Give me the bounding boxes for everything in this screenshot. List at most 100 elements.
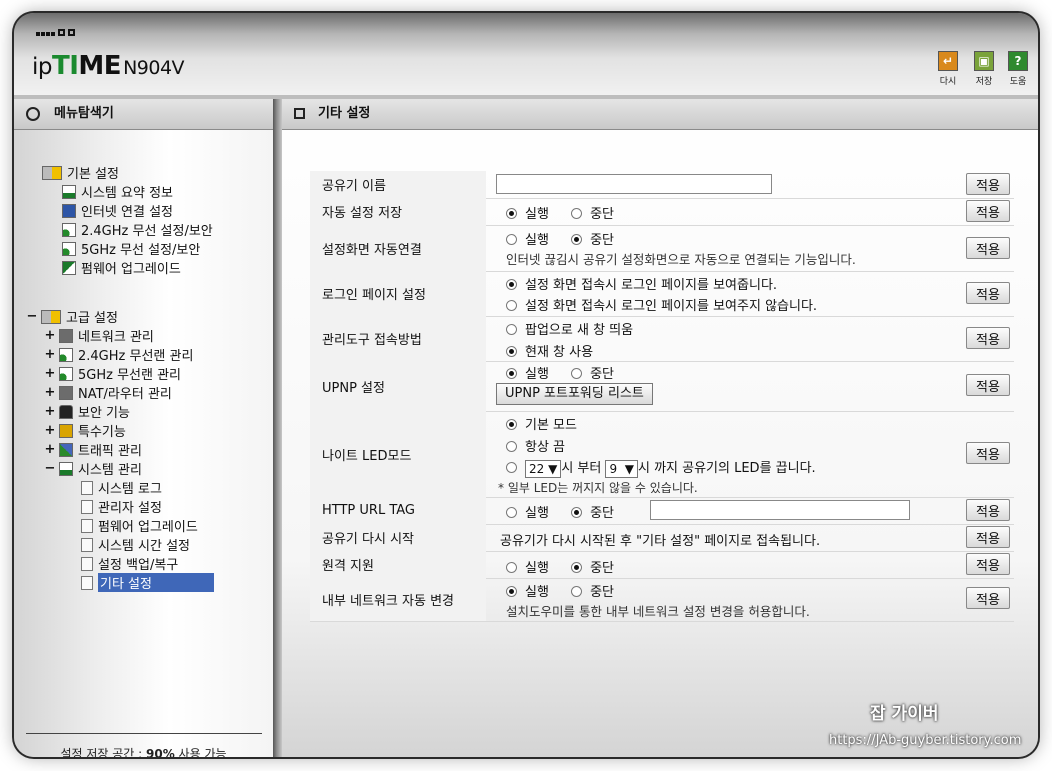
tree-item-syslog[interactable]: 시스템 로그 (81, 478, 162, 497)
radio-icon[interactable] (506, 562, 517, 573)
radio-icon[interactable] (506, 462, 517, 473)
radio-icon[interactable] (506, 368, 517, 379)
radio-icon[interactable] (506, 346, 517, 357)
radio-run[interactable]: 실행 (506, 502, 549, 521)
tree-item-firmware2[interactable]: 펌웨어 업그레이드 (81, 516, 198, 535)
expand-icon[interactable]: + (44, 423, 56, 438)
radio-icon[interactable] (506, 208, 517, 219)
expand-icon[interactable]: + (44, 442, 56, 457)
apply-button[interactable]: 적용 (966, 526, 1010, 548)
radio-stop[interactable]: 중단 (571, 363, 614, 382)
collapse-icon[interactable]: − (26, 309, 38, 324)
tree-item-nat[interactable]: + NAT/라우터 관리 (44, 383, 172, 402)
help-icon[interactable]: ? (1008, 51, 1028, 71)
tree-item-system[interactable]: − 시스템 관리 (44, 459, 142, 478)
tree-basic-label: 기본 설정 (67, 167, 119, 182)
radio-icon[interactable] (571, 586, 583, 597)
tree-item-wlan5[interactable]: +5GHz 무선랜 관리 (44, 364, 181, 383)
tree-item-internet[interactable]: 인터넷 연결 설정 (62, 201, 173, 220)
radio-current-window[interactable]: 현재 창 사용 (506, 341, 593, 360)
expand-icon[interactable]: + (44, 347, 56, 362)
led-to-select[interactable]: 9 ▼ (605, 459, 638, 478)
radio-led-always-off[interactable]: 항상 끔 (506, 436, 565, 455)
apply-button[interactable]: 적용 (966, 442, 1010, 464)
radio-stop[interactable]: 중단 (571, 502, 614, 521)
radio-icon[interactable] (506, 441, 517, 452)
radio-stop[interactable]: 중단 (571, 203, 614, 222)
tree-advanced-settings[interactable]: − 고급 설정 (26, 307, 118, 326)
tree-item-time[interactable]: 시스템 시간 설정 (81, 535, 190, 554)
expand-icon[interactable]: + (44, 328, 56, 343)
page-icon (81, 480, 93, 495)
expand-icon[interactable]: + (44, 366, 56, 381)
apply-button[interactable]: 적용 (966, 553, 1010, 575)
radio-login-show[interactable]: 설정 화면 접속시 로그인 페이지를 보여줍니다. (506, 274, 777, 293)
tree-item-wlan24[interactable]: +2.4GHz 무선랜 관리 (44, 345, 194, 364)
radio-icon[interactable] (571, 208, 583, 219)
radio-icon[interactable] (506, 300, 517, 311)
radio-icon[interactable] (506, 234, 517, 245)
panel-divider[interactable] (273, 99, 282, 757)
radio-stop[interactable]: 중단 (571, 581, 614, 600)
apply-button[interactable]: 적용 (966, 200, 1010, 222)
radio-icon[interactable] (506, 279, 517, 290)
radio-run[interactable]: 실행 (506, 557, 549, 576)
reload-label[interactable]: 다시 (933, 74, 963, 87)
radio-stop[interactable]: 중단 (571, 557, 614, 576)
tree-item-label: 시스템 로그 (98, 482, 162, 497)
router-name-input[interactable] (496, 174, 772, 194)
tree-item-special[interactable]: + 특수기능 (44, 421, 126, 440)
expand-icon[interactable]: + (44, 404, 56, 419)
tree-item-misc-settings[interactable]: 기타 설정 (81, 573, 214, 592)
radio-led-default[interactable]: 기본 모드 (506, 414, 577, 433)
upnp-list-button[interactable]: UPNP 포트포워딩 리스트 (496, 383, 653, 405)
row-label: 원격 지원 (322, 559, 374, 574)
collapse-icon[interactable]: − (44, 461, 56, 476)
radio-icon[interactable] (506, 507, 517, 518)
apply-button[interactable]: 적용 (966, 237, 1010, 259)
radio-run[interactable]: 실행 (506, 203, 549, 222)
tree-item-network[interactable]: + 네트워크 관리 (44, 326, 154, 345)
tree-item-wifi5[interactable]: 5GHz 무선 설정/보안 (62, 239, 200, 258)
radio-login-hide[interactable]: 설정 화면 접속시 로그인 페이지를 보여주지 않습니다. (506, 295, 817, 314)
tree-item-firmware[interactable]: 펌웨어 업그레이드 (62, 258, 181, 277)
tree-item-admin[interactable]: 관리자 설정 (81, 497, 162, 516)
radio-stop[interactable]: 중단 (571, 229, 614, 248)
radio-icon[interactable] (571, 562, 583, 573)
row-label: 공유기 다시 시작 (322, 532, 414, 547)
apply-button[interactable]: 적용 (966, 327, 1010, 349)
radio-icon[interactable] (571, 368, 583, 379)
radio-popup[interactable]: 팝업으로 새 창 띄움 (506, 319, 633, 338)
http-url-tag-input[interactable] (650, 500, 910, 520)
apply-button[interactable]: 적용 (966, 374, 1010, 396)
expand-icon[interactable]: + (44, 385, 56, 400)
radio-led-schedule[interactable]: 22 ▼ 시 부터 9 ▼ 시 까지 공유기의 LED를 끕니다. (506, 457, 816, 478)
tree-item-label: 2.4GHz 무선랜 관리 (78, 349, 194, 364)
radio-run[interactable]: 실행 (506, 581, 549, 600)
radio-icon[interactable] (506, 419, 517, 430)
save-label[interactable]: 저장 (969, 74, 999, 87)
radio-icon[interactable] (506, 586, 517, 597)
help-label[interactable]: 도움 (1003, 74, 1033, 87)
radio-icon[interactable] (571, 507, 583, 518)
reload-icon[interactable]: ↵ (938, 51, 958, 71)
tree-item-label: 관리자 설정 (98, 501, 162, 516)
tree-item-backup[interactable]: 설정 백업/복구 (81, 554, 178, 573)
storage-suffix: 사용 가능 (174, 747, 227, 757)
led-from-select[interactable]: 22 ▼ (525, 459, 562, 478)
radio-icon[interactable] (571, 234, 583, 245)
tree-item-system-summary[interactable]: 시스템 요약 정보 (62, 182, 173, 201)
radio-run[interactable]: 실행 (506, 363, 549, 382)
apply-button[interactable]: 적용 (966, 587, 1010, 609)
apply-button[interactable]: 적용 (966, 499, 1010, 521)
row-label: 설정화면 자동연결 (322, 242, 422, 258)
apply-button[interactable]: 적용 (966, 173, 1010, 195)
save-icon[interactable]: ▣ (974, 51, 994, 71)
radio-icon[interactable] (506, 324, 517, 335)
tree-basic-settings[interactable]: 기본 설정 (42, 163, 119, 182)
tree-item-security[interactable]: + 보안 기능 (44, 402, 130, 421)
tree-item-wifi24[interactable]: 2.4GHz 무선 설정/보안 (62, 220, 213, 239)
radio-run[interactable]: 실행 (506, 229, 549, 248)
tree-item-traffic[interactable]: + 트래픽 관리 (44, 440, 142, 459)
apply-button[interactable]: 적용 (966, 282, 1010, 304)
